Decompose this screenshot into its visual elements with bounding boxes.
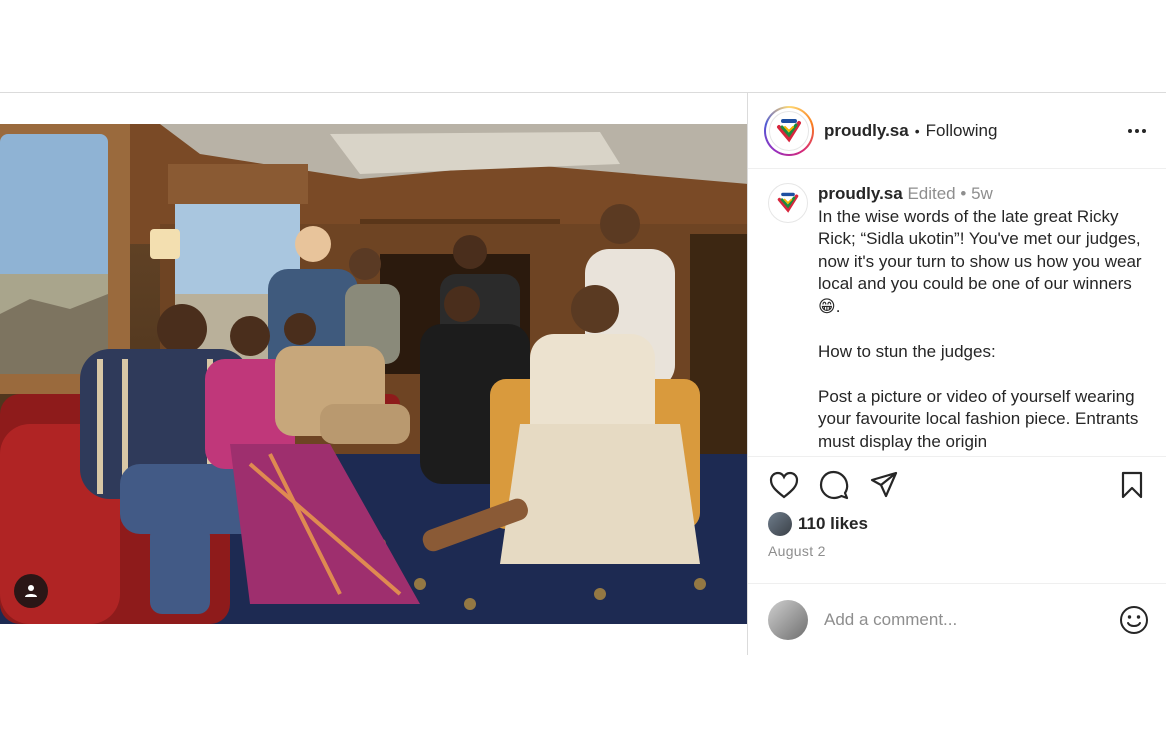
comment-icon: [819, 470, 849, 500]
caption-paragraph: Post a picture or video of yourself wear…: [818, 386, 1139, 451]
post-age[interactable]: 5w: [971, 184, 993, 203]
edited-label: Edited: [907, 184, 956, 203]
liker-avatar[interactable]: [768, 512, 792, 536]
likes-count[interactable]: 110 likes: [798, 514, 868, 534]
train-carriage-photo: [0, 124, 747, 624]
post-date[interactable]: August 2: [748, 535, 1166, 559]
header-separator: •: [914, 122, 920, 139]
instagram-post: proudly.sa • Following proudly.sa Edited…: [0, 92, 1166, 655]
post-media: [0, 93, 748, 655]
action-bar: [748, 457, 1166, 513]
caption-separator: •: [960, 184, 967, 203]
following-button[interactable]: Following: [926, 121, 998, 141]
likes-row: 110 likes: [748, 512, 1166, 536]
proudly-sa-logo: [769, 110, 809, 151]
post-header: proudly.sa • Following: [748, 93, 1166, 169]
caption-username[interactable]: proudly.sa: [818, 184, 903, 203]
share-button[interactable]: [868, 469, 900, 501]
comment-button[interactable]: [818, 469, 850, 501]
caption-paragraph: How to stun the judges:: [818, 341, 996, 361]
caption-text: proudly.sa Edited • 5w In the wise words…: [818, 183, 1150, 453]
like-button[interactable]: [768, 469, 800, 501]
save-button[interactable]: [1116, 469, 1148, 501]
caption-avatar[interactable]: [768, 183, 808, 223]
header-username[interactable]: proudly.sa: [824, 121, 909, 141]
bookmark-icon: [1121, 471, 1143, 499]
post-photo[interactable]: [0, 124, 747, 624]
comment-input[interactable]: [824, 609, 1118, 630]
story-ring[interactable]: [764, 105, 814, 156]
post-sidebar: proudly.sa • Following proudly.sa Edited…: [748, 93, 1166, 655]
caption-area: proudly.sa Edited • 5w In the wise words…: [748, 169, 1166, 457]
caption-paragraph: In the wise words of the late great Rick…: [818, 206, 1142, 316]
user-tag-button[interactable]: [14, 574, 48, 608]
comment-bar: [748, 583, 1166, 655]
proudly-sa-logo: [777, 192, 799, 213]
user-tag-icon: [25, 585, 37, 597]
emoji-icon: [1120, 605, 1148, 634]
more-options-icon[interactable]: [1124, 123, 1150, 139]
paper-plane-icon: [870, 471, 898, 498]
emoji-button[interactable]: [1118, 604, 1150, 636]
heart-icon: [769, 471, 799, 499]
current-user-avatar: [768, 599, 808, 640]
